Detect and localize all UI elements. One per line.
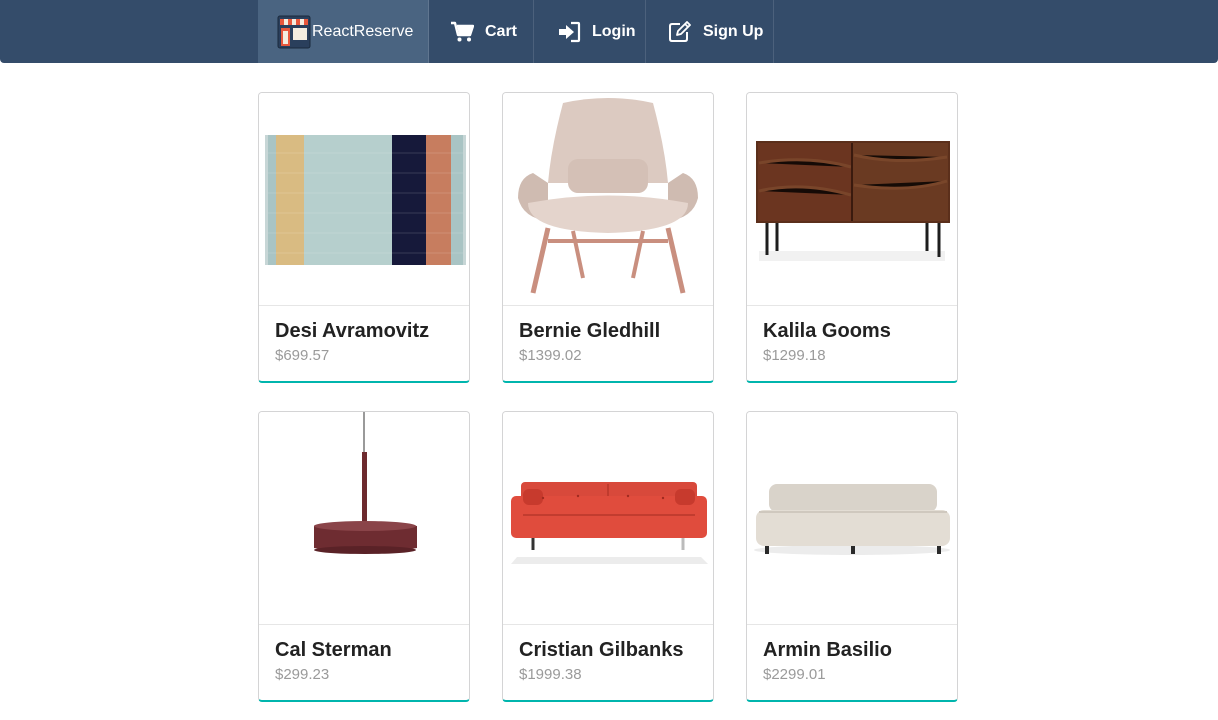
product-name: Desi Avramovitz [275,320,430,342]
product-image [747,412,957,625]
product-image [503,93,713,306]
product-card[interactable]: Desi Avramovitz $699.57 [258,92,470,383]
sign-in-icon [556,15,582,49]
product-image [259,412,469,625]
product-price: $299.23 [275,666,330,683]
nav-signup-link[interactable]: Sign Up [646,0,774,63]
product-image [503,412,713,625]
product-name: Kalila Gooms [763,320,891,342]
nav-menu: ReactReserve Cart Login Sign Up [258,0,774,63]
top-navbar: ReactReserve Cart Login Sign Up [0,0,1218,63]
product-name: Cristian Gilbanks [519,639,684,661]
product-card[interactable]: Cal Sterman $299.23 [258,411,470,702]
product-price: $699.57 [275,347,330,364]
signup-label: Sign Up [703,22,764,40]
product-card[interactable]: Kalila Gooms $1299.18 [746,92,958,383]
product-image [747,93,957,306]
login-label: Login [592,22,636,40]
brand-label: ReactReserve [312,22,414,40]
edit-icon [667,15,693,49]
nav-brand-link[interactable]: ReactReserve [258,0,429,63]
product-price: $1299.18 [763,347,826,364]
nav-cart-link[interactable]: Cart [429,0,534,63]
product-card[interactable]: Cristian Gilbanks $1999.38 [502,411,714,702]
nav-login-link[interactable]: Login [534,0,646,63]
product-name: Bernie Gledhill [519,320,661,342]
product-image [259,93,469,306]
product-card[interactable]: Armin Basilio $2299.01 [746,411,958,702]
product-card[interactable]: Bernie Gledhill $1399.02 [502,92,714,383]
cart-label: Cart [485,22,518,40]
product-price: $2299.01 [763,666,826,683]
product-price: $1999.38 [519,666,582,683]
shopping-cart-icon [449,15,475,49]
store-logo-icon [277,15,311,49]
product-name: Cal Sterman [275,639,392,661]
product-name: Armin Basilio [763,639,892,661]
product-price: $1399.02 [519,347,582,364]
